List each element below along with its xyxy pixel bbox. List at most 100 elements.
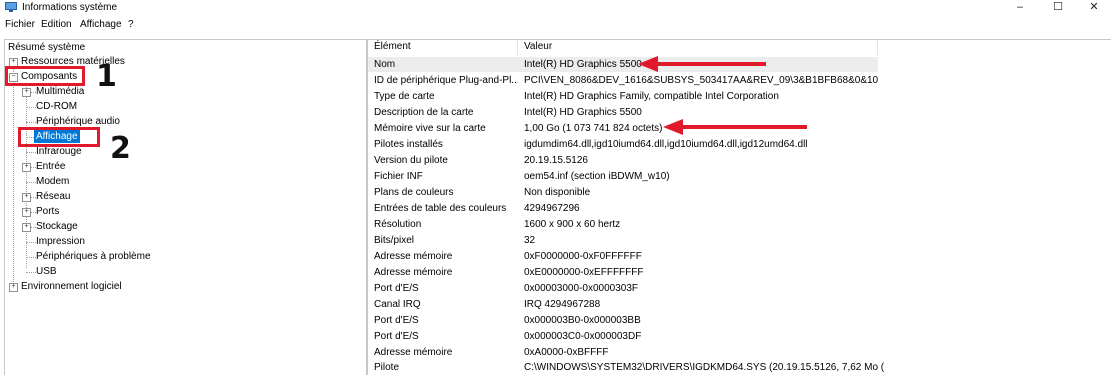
menu-fichier[interactable]: Fichier — [5, 19, 35, 30]
table-row[interactable]: Canal IRQ IRQ 4294967288 — [368, 297, 878, 312]
row-value: 0x000003C0-0x000003DF — [524, 331, 642, 342]
row-value: Intel(R) HD Graphics Family, compatible … — [524, 91, 779, 102]
column-header-element[interactable]: Élément — [368, 40, 518, 55]
tree-line — [26, 242, 36, 243]
row-value: IRQ 4294967288 — [524, 299, 601, 310]
minimize-button[interactable]: – — [1003, 0, 1037, 16]
row-label: Adresse mémoire — [374, 347, 453, 358]
menu-help[interactable]: ? — [128, 19, 134, 30]
table-row[interactable]: Description de la carte Intel(R) HD Graph… — [368, 105, 878, 120]
row-value: 4294967296 — [524, 203, 580, 214]
tree-item-stockage[interactable]: Stockage — [36, 220, 78, 233]
expand-plus-icon[interactable]: + — [22, 88, 31, 97]
row-value: 0xF0000000-0xF0FFFFFF — [524, 251, 642, 262]
row-label: Pilote — [374, 362, 400, 373]
table-row[interactable]: Port d'E/S 0x000003B0-0x000003BB — [368, 313, 878, 328]
table-row[interactable]: Type de carte Intel(R) HD Graphics Family… — [368, 89, 878, 104]
tree-item-usb[interactable]: USB — [36, 265, 57, 278]
row-value: 20.19.15.5126 — [524, 155, 588, 166]
row-label: Canal IRQ — [374, 299, 421, 310]
row-label: Entrées de table des couleurs — [374, 203, 507, 214]
row-value: C:\WINDOWS\SYSTEM32\DRIVERS\IGDKMD64.SYS… — [524, 362, 884, 373]
tree-item-modem[interactable]: Modem — [36, 175, 69, 188]
row-label: Adresse mémoire — [374, 267, 453, 278]
step-number-2: 2 — [110, 131, 131, 166]
row-label: Pilotes installés — [374, 139, 443, 150]
highlight-box-affichage — [18, 127, 100, 147]
row-label: Nom — [374, 59, 396, 70]
menu-edition[interactable]: Edition — [41, 19, 72, 30]
row-label: Bits/pixel — [374, 235, 415, 246]
table-row[interactable]: Plans de couleurs Non disponible — [368, 185, 878, 200]
row-label: ID de périphérique Plug-and-Pl... — [374, 75, 518, 86]
window-title: Informations système — [22, 2, 118, 13]
menu-bar: Fichier Edition Affichage ? — [0, 18, 1111, 34]
table-row[interactable]: Nom Intel(R) HD Graphics 5500 — [368, 57, 878, 72]
tree-item-cd-rom[interactable]: CD-ROM — [36, 100, 77, 113]
expand-plus-icon[interactable]: + — [22, 223, 31, 232]
table-row[interactable]: Adresse mémoire 0xA0000-0xBFFFF — [368, 345, 878, 360]
tree-line — [26, 182, 36, 183]
tree-item-reseau[interactable]: Réseau — [36, 190, 70, 203]
tree-item-environnement-logiciel[interactable]: Environnement logiciel — [21, 280, 122, 293]
row-value: 0xA0000-0xBFFFF — [524, 347, 609, 358]
row-label: Port d'E/S — [374, 331, 419, 342]
tree-line — [26, 83, 27, 268]
maximize-button[interactable]: ☐ — [1041, 0, 1075, 16]
row-label: Port d'E/S — [374, 315, 419, 326]
tree-item-resume-systeme[interactable]: Résumé système — [8, 41, 85, 54]
row-value: 1600 x 900 x 60 hertz — [524, 219, 621, 230]
highlight-box-composants — [5, 66, 85, 86]
table-row[interactable]: Résolution 1600 x 900 x 60 hertz — [368, 217, 878, 232]
row-label: Mémoire vive sur la carte — [374, 123, 486, 134]
row-value: oem54.inf (section iBDWM_w10) — [524, 171, 670, 182]
expand-plus-icon[interactable]: + — [22, 208, 31, 217]
tree-item-impression[interactable]: Impression — [36, 235, 85, 248]
table-row[interactable]: Adresse mémoire 0xE0000000-0xEFFFFFFF — [368, 265, 878, 280]
table-row[interactable]: Bits/pixel 32 — [368, 233, 878, 248]
row-label: Plans de couleurs — [374, 187, 454, 198]
row-label: Fichier INF — [374, 171, 423, 182]
table-row[interactable]: Port d'E/S 0x000003C0-0x000003DF — [368, 329, 878, 344]
step-number-1: 1 — [96, 59, 117, 94]
table-row[interactable]: Port d'E/S 0x00003000-0x0000303F — [368, 281, 878, 296]
column-header-valeur[interactable]: Valeur — [518, 40, 878, 55]
tree-item-entree[interactable]: Entrée — [36, 160, 65, 173]
row-value: Non disponible — [524, 187, 591, 198]
row-value: 32 — [524, 235, 536, 246]
table-row[interactable]: Adresse mémoire 0xF0000000-0xF0FFFFFF — [368, 249, 878, 264]
title-bar: Informations système – ☐ ✕ — [0, 0, 1111, 16]
tree-item-peripheriques-probleme[interactable]: Périphériques à problème — [36, 250, 151, 263]
row-label: Adresse mémoire — [374, 251, 453, 262]
table-row[interactable]: Version du pilote 20.19.15.5126 — [368, 153, 878, 168]
red-arrow-icon — [663, 119, 807, 135]
tree-line — [26, 107, 36, 108]
tree-line — [26, 257, 36, 258]
row-value: igdumdim64.dll,igd10iumd64.dll,igd10iumd… — [524, 139, 808, 150]
row-label: Résolution — [374, 219, 422, 230]
tree-line — [26, 152, 36, 153]
tree-line — [13, 63, 14, 286]
table-row[interactable]: ID de périphérique Plug-and-Pl... PCI\VEN… — [368, 73, 878, 88]
details-list[interactable]: Élément Valeur Nom Intel(R) HD Graphics 5… — [367, 39, 1111, 375]
tree-line — [26, 272, 36, 273]
row-label: Version du pilote — [374, 155, 448, 166]
menu-affichage[interactable]: Affichage — [80, 19, 122, 30]
table-row[interactable]: Pilotes installés igdumdim64.dll,igd10ium… — [368, 137, 878, 152]
category-tree[interactable]: Résumé système + Ressources matérielles … — [4, 39, 367, 375]
row-label: Description de la carte — [374, 107, 474, 118]
tree-item-ports[interactable]: Ports — [36, 205, 59, 218]
table-row[interactable]: Entrées de table des couleurs 4294967296 — [368, 201, 878, 216]
expand-plus-icon[interactable]: + — [22, 163, 31, 172]
expand-plus-icon[interactable]: + — [22, 193, 31, 202]
table-row[interactable]: Fichier INF oem54.inf (section iBDWM_w10) — [368, 169, 878, 184]
tree-item-multimedia[interactable]: Multimédia — [36, 85, 84, 98]
expand-plus-icon[interactable]: + — [9, 283, 18, 292]
table-row[interactable]: Pilote C:\WINDOWS\SYSTEM32\DRIVERS\IGDKMD… — [368, 360, 884, 375]
row-value: PCI\VEN_8086&DEV_1616&SUBSYS_503417AA&RE… — [524, 75, 879, 86]
row-value: 0xE0000000-0xEFFFFFFF — [524, 267, 644, 278]
red-arrow-icon — [638, 56, 766, 72]
row-value: 0x00003000-0x0000303F — [524, 283, 638, 294]
close-button[interactable]: ✕ — [1077, 0, 1111, 16]
row-value: Intel(R) HD Graphics 5500 — [524, 107, 642, 118]
